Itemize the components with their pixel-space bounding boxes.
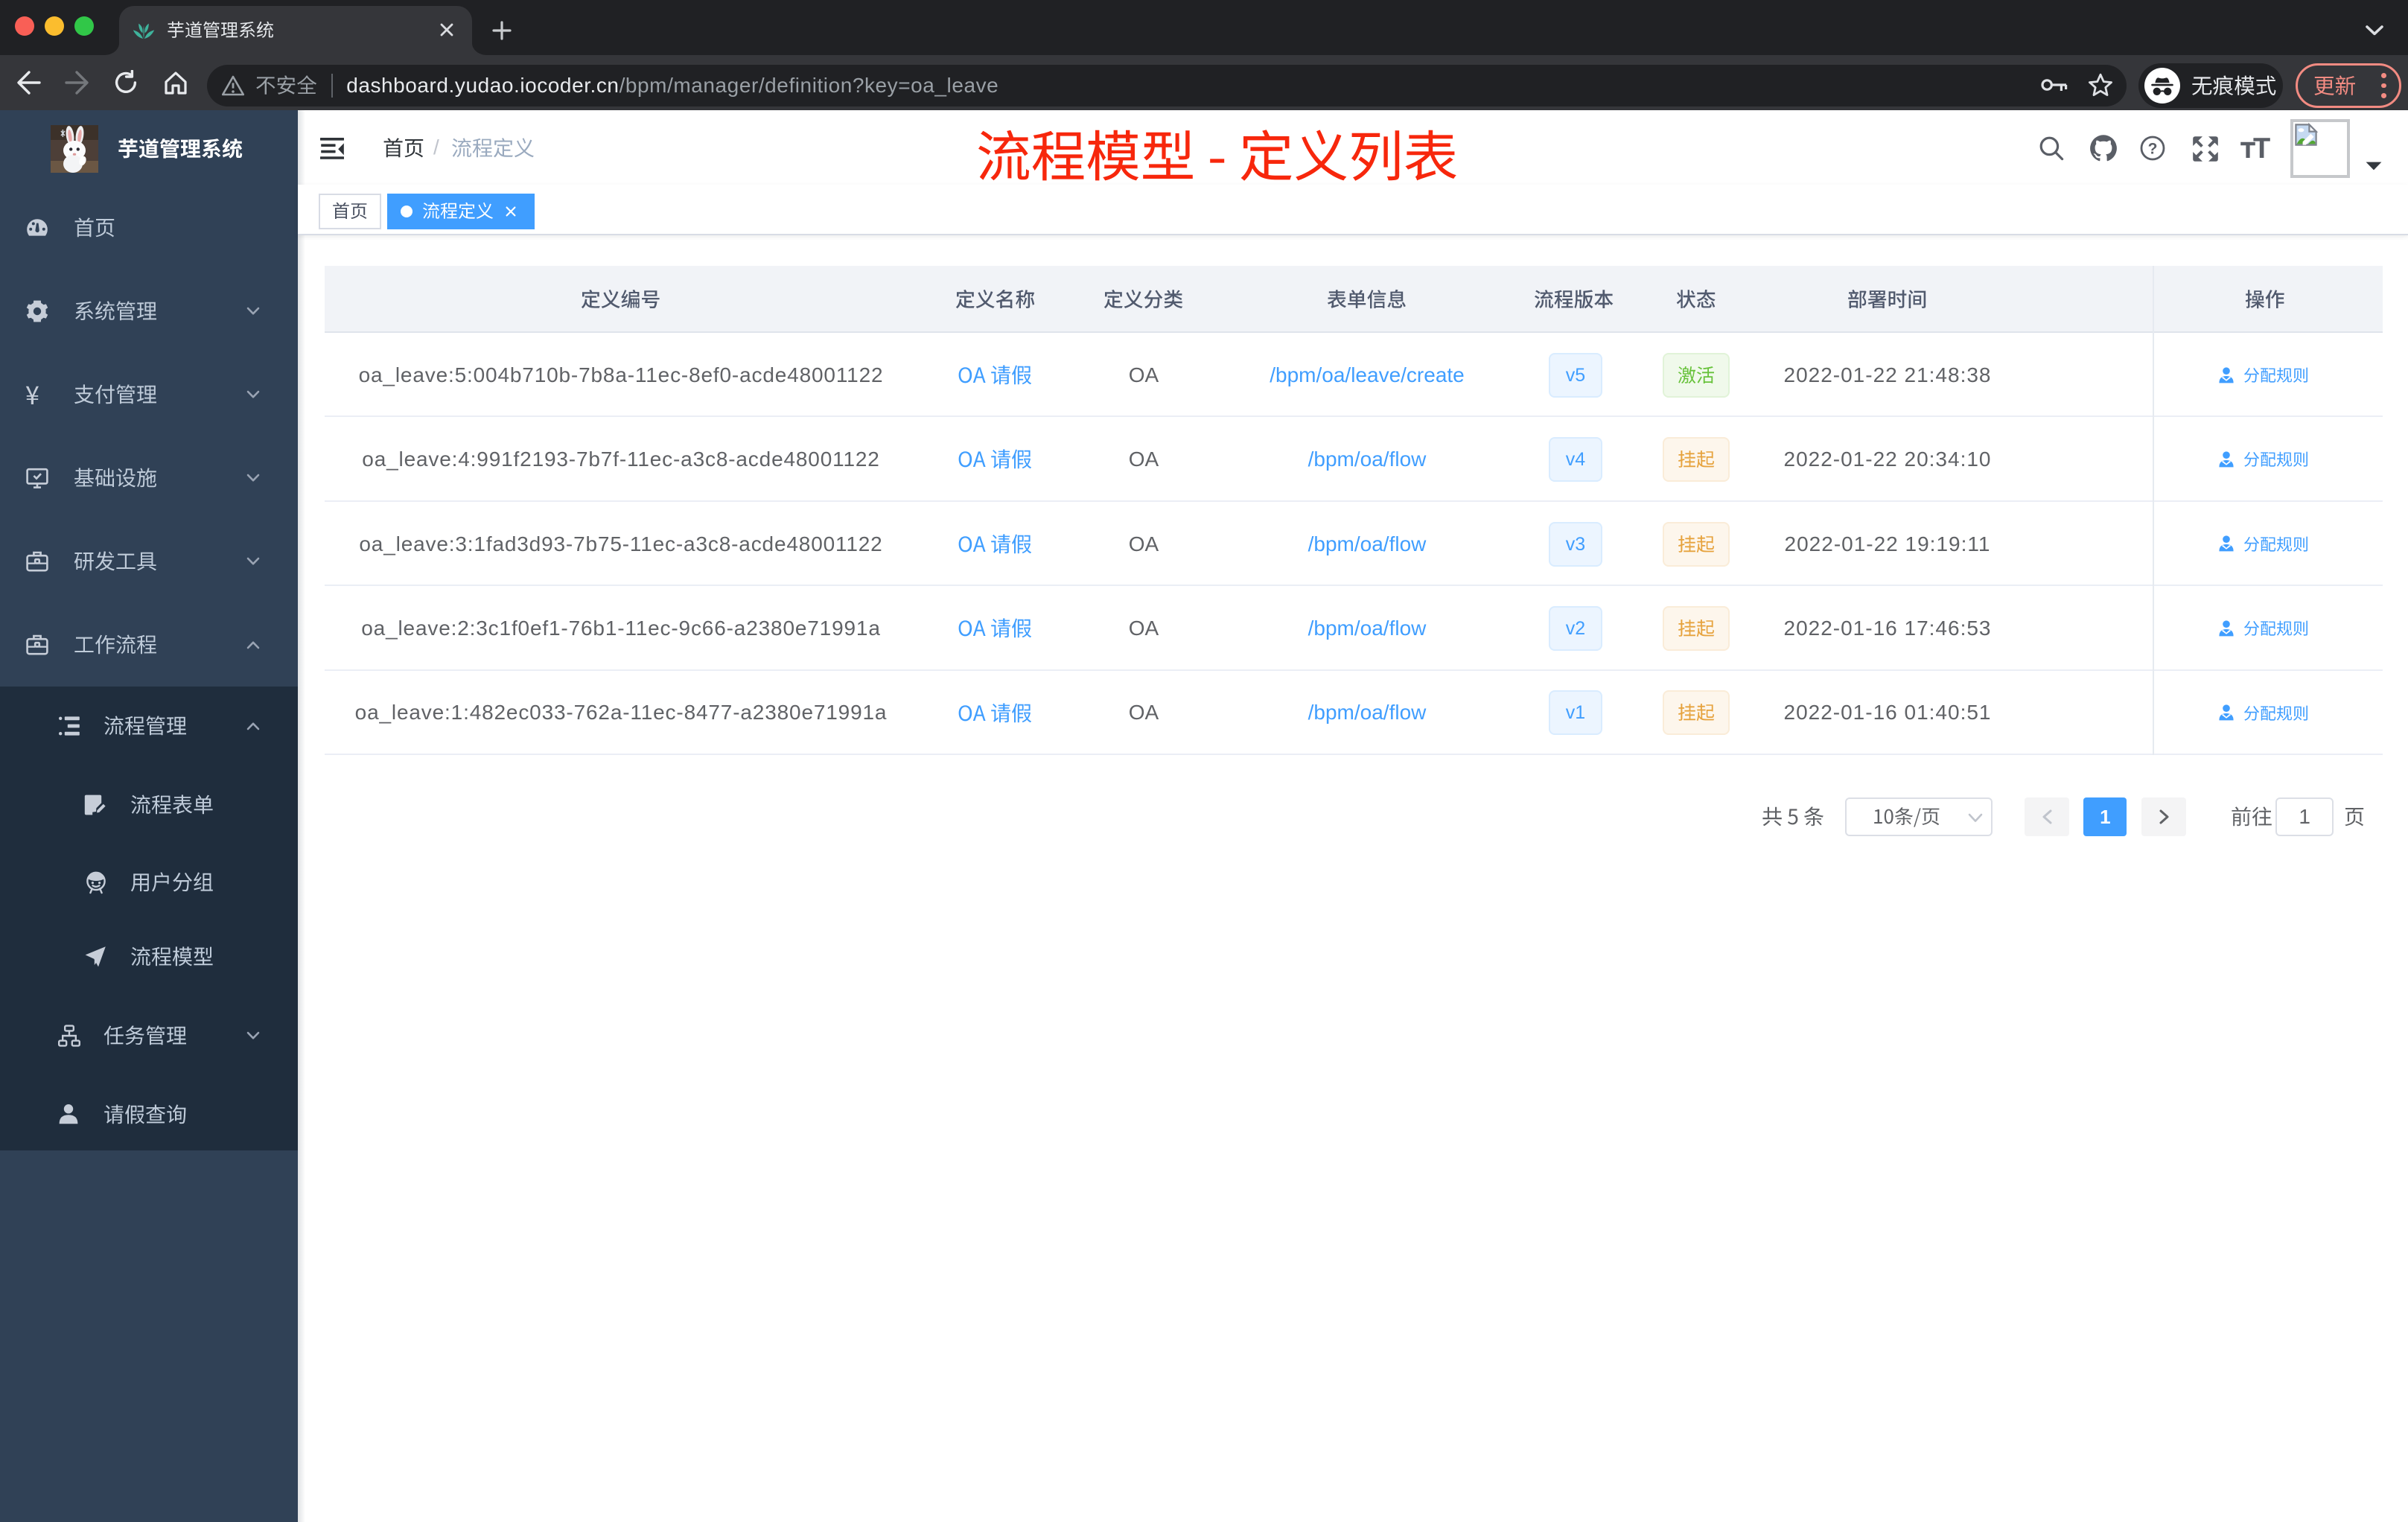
svg-text:?: ? [2148,140,2158,157]
